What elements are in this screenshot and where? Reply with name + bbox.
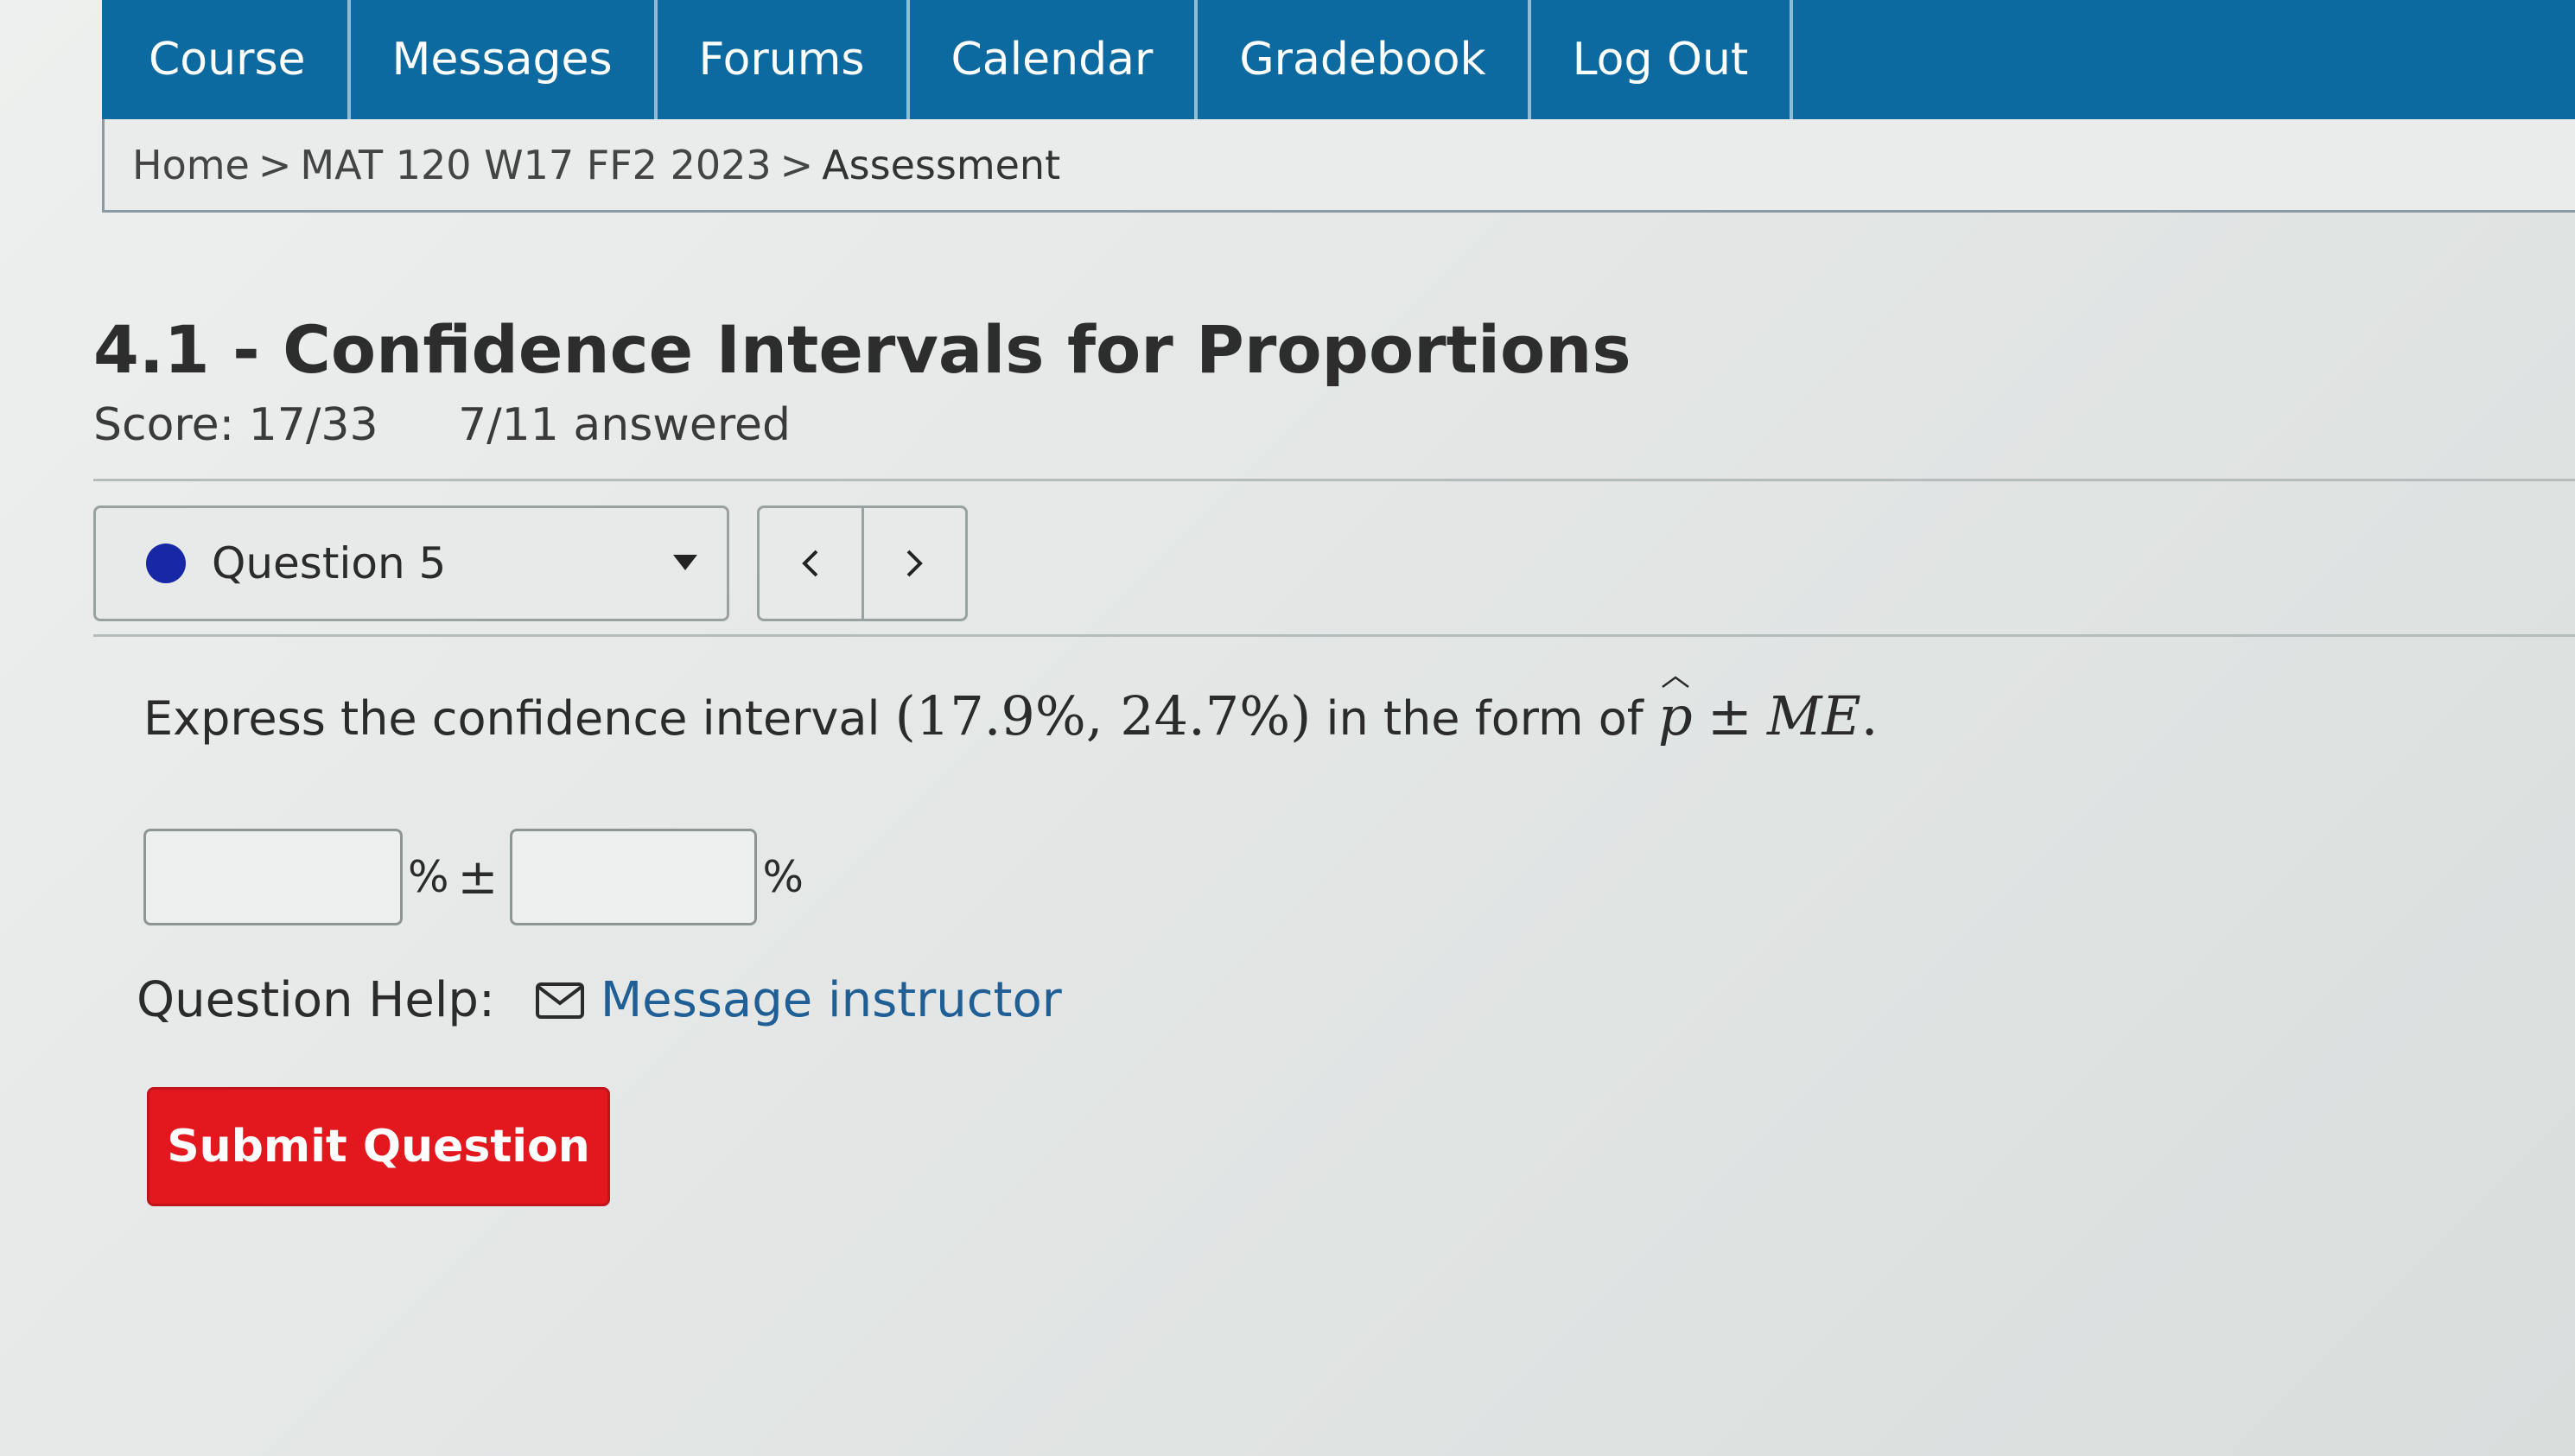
- plus-minus-symbol: ±: [457, 849, 499, 906]
- chevron-left-icon: [801, 550, 818, 577]
- me-symbol: ME: [1766, 684, 1861, 747]
- question-prompt: Express the confidence interval (17.9%, …: [143, 676, 1879, 747]
- message-instructor-label: Message instructor: [600, 972, 1062, 1028]
- divider: [93, 634, 2575, 637]
- prompt-period: .: [1860, 684, 1879, 747]
- prev-question-button[interactable]: [760, 508, 862, 619]
- point-estimate-input[interactable]: [143, 829, 403, 925]
- answer-row: % ± %: [143, 825, 809, 929]
- interval-value: (17.9%, 24.7%): [894, 684, 1312, 747]
- nav-tab-calendar[interactable]: Calendar: [910, 0, 1198, 119]
- question-help-label: Question Help:: [137, 972, 495, 1028]
- question-select-label: Question 5: [212, 538, 447, 588]
- phat-symbol: p: [1657, 676, 1693, 747]
- breadcrumb-current: Assessment: [822, 141, 1061, 188]
- divider: [93, 479, 2575, 481]
- caret-down-icon: [673, 555, 697, 570]
- nav-tab-forums[interactable]: Forums: [658, 0, 910, 119]
- top-nav: Course Messages Forums Calendar Gradeboo…: [102, 0, 2575, 119]
- plus-minus-symbol: ±: [1707, 684, 1752, 747]
- mail-icon: [535, 982, 584, 1019]
- hat-accent: [1662, 676, 1689, 688]
- score-summary: Score: 17/33 7/11 answered: [93, 399, 791, 451]
- score-text: Score: 17/33: [93, 399, 378, 451]
- prompt-text: Express the confidence interval: [143, 691, 881, 746]
- phat-letter: p: [1657, 684, 1693, 747]
- message-instructor-link[interactable]: Message instructor: [535, 972, 1062, 1028]
- nav-tab-course[interactable]: Course: [102, 0, 351, 119]
- question-status-dot: [146, 544, 186, 583]
- question-select[interactable]: Question 5: [93, 505, 729, 621]
- submit-question-button[interactable]: Submit Question: [147, 1087, 610, 1206]
- nav-tab-gradebook[interactable]: Gradebook: [1198, 0, 1531, 119]
- breadcrumb-separator: >: [258, 141, 292, 188]
- breadcrumb-separator: >: [779, 141, 814, 188]
- next-question-button[interactable]: [861, 508, 966, 619]
- page-title: 4.1 - Confidence Intervals for Proportio…: [93, 311, 1631, 388]
- percent-sign: %: [762, 852, 804, 902]
- answered-count: 7/11 answered: [458, 399, 792, 451]
- nav-tab-messages[interactable]: Messages: [351, 0, 658, 119]
- breadcrumb-home[interactable]: Home: [132, 142, 250, 188]
- breadcrumb-course[interactable]: MAT 120 W17 FF2 2023: [300, 142, 771, 188]
- breadcrumb: Home > MAT 120 W17 FF2 2023 > Assessment: [102, 119, 2575, 213]
- question-help: Question Help: Message instructor: [137, 972, 1062, 1028]
- percent-sign: %: [408, 852, 449, 902]
- question-pager: [757, 505, 968, 621]
- margin-of-error-input[interactable]: [510, 829, 758, 925]
- prompt-text: in the form of: [1326, 691, 1644, 746]
- chevron-right-icon: [906, 550, 924, 577]
- nav-tab-log-out[interactable]: Log Out: [1531, 0, 1794, 119]
